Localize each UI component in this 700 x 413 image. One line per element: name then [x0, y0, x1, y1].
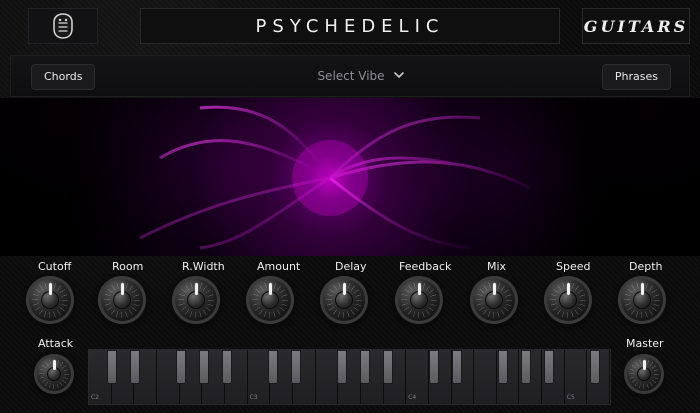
knob-label-depth: Depth — [629, 260, 663, 273]
knob-pointer — [120, 283, 124, 295]
black-key[interactable] — [222, 350, 232, 384]
white-key[interactable]: C4 — [406, 350, 429, 404]
black-key[interactable] — [337, 350, 347, 384]
knob-pointer — [52, 360, 56, 370]
white-key[interactable]: C5 — [564, 350, 588, 404]
note-label-c4: C4 — [408, 394, 417, 401]
feedback-knob[interactable] — [395, 276, 443, 324]
black-key[interactable] — [360, 350, 370, 384]
vibe-select[interactable]: Select Vibe — [301, 64, 421, 88]
room-knob[interactable] — [98, 276, 146, 324]
black-key[interactable] — [199, 350, 209, 384]
knob-label-mix: Mix — [487, 260, 507, 273]
page-title: PSYCHEDELIC — [255, 15, 445, 37]
black-key[interactable] — [130, 350, 140, 384]
speed-knob[interactable] — [544, 276, 592, 324]
knob-label-attack: Attack — [38, 337, 74, 350]
knob-pointer — [417, 283, 421, 295]
black-key[interactable] — [452, 350, 462, 384]
white-key[interactable] — [315, 350, 339, 404]
chevron-down-icon — [393, 69, 405, 84]
delay-knob[interactable] — [320, 276, 368, 324]
chords-button[interactable]: Chords — [31, 64, 96, 90]
black-key[interactable] — [590, 350, 600, 384]
note-label-c2: C2 — [91, 394, 100, 401]
knob-pointer — [342, 283, 346, 295]
amount-knob[interactable] — [246, 276, 294, 324]
mix-knob[interactable] — [470, 276, 518, 324]
brand-badge: GUITARS — [582, 8, 690, 44]
black-key[interactable] — [383, 350, 393, 384]
white-key[interactable] — [474, 350, 497, 404]
knob-label-delay: Delay — [335, 260, 367, 273]
black-key[interactable] — [544, 350, 554, 384]
knob-pointer — [194, 283, 198, 295]
piano-keyboard[interactable]: C2 C3 C4 C5 — [88, 349, 611, 405]
knob-label-master: Master — [626, 337, 664, 350]
black-key[interactable] — [521, 350, 531, 384]
black-key[interactable] — [107, 350, 117, 384]
black-key[interactable] — [176, 350, 186, 384]
knob-pointer — [642, 360, 646, 370]
attack-knob[interactable] — [34, 354, 74, 394]
master-knob[interactable] — [624, 354, 664, 394]
knob-label-cutoff: Cutoff — [38, 260, 72, 273]
black-key[interactable] — [429, 350, 439, 384]
brand-text: GUITARS — [583, 16, 689, 36]
note-label-c5: C5 — [566, 394, 575, 401]
note-label-c3: C3 — [249, 394, 258, 401]
vibe-select-label: Select Vibe — [317, 69, 385, 83]
knob-label-amount: Amount — [257, 260, 301, 273]
artwork-panel — [0, 98, 700, 256]
knob-pointer — [566, 283, 570, 295]
depth-knob[interactable] — [618, 276, 666, 324]
knob-label-room: Room — [112, 260, 144, 273]
logo — [28, 8, 98, 44]
knob-label-r-width: R.Width — [182, 260, 225, 273]
knob-label-feedback: Feedback — [399, 260, 452, 273]
title-bar: PSYCHEDELIC — [140, 8, 560, 44]
white-keys: C2 C3 C4 C5 — [89, 350, 610, 404]
knob-pointer — [492, 283, 496, 295]
control-row: Chords Select Vibe Phrases — [10, 55, 690, 97]
black-key[interactable] — [268, 350, 278, 384]
black-key[interactable] — [291, 350, 301, 384]
white-key[interactable]: C3 — [247, 350, 271, 404]
knob-pointer — [268, 283, 272, 295]
black-key[interactable] — [498, 350, 508, 384]
knob-pointer — [48, 283, 52, 295]
knob-pointer — [640, 283, 644, 295]
knob-label-speed: Speed — [556, 260, 591, 273]
phrases-button[interactable]: Phrases — [601, 64, 671, 90]
cutoff-knob[interactable] — [26, 276, 74, 324]
r-width-knob[interactable] — [172, 276, 220, 324]
